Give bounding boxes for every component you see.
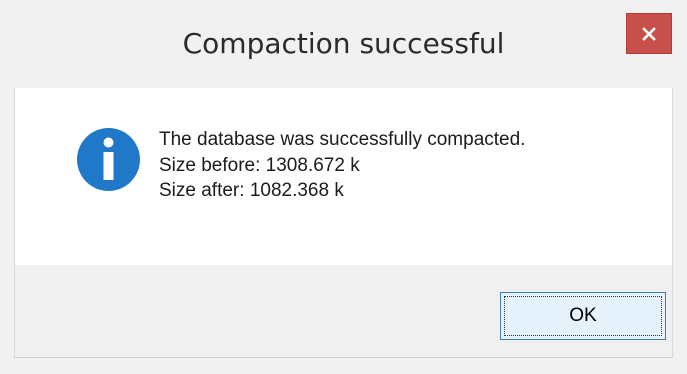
info-icon bbox=[77, 128, 140, 191]
message-line-size-after: Size after: 1082.368 k bbox=[159, 180, 344, 201]
message-line-success: The database was successfully compacted. bbox=[159, 129, 526, 150]
message-area: The database was successfully compacted.… bbox=[15, 88, 672, 265]
title-bar[interactable]: Compaction successful bbox=[0, 0, 687, 87]
message-text: The database was successfully compacted.… bbox=[159, 127, 525, 204]
dialog-window: Compaction successful The database was s… bbox=[0, 0, 687, 374]
ok-button[interactable]: OK bbox=[500, 292, 666, 340]
button-bar: OK bbox=[15, 265, 672, 357]
dialog-body: The database was successfully compacted.… bbox=[14, 88, 673, 358]
close-button[interactable] bbox=[626, 13, 672, 54]
dialog-title: Compaction successful bbox=[182, 27, 505, 60]
ok-button-label: OK bbox=[569, 305, 597, 326]
message-line-size-before: Size before: 1308.672 k bbox=[159, 154, 360, 176]
close-icon bbox=[642, 26, 656, 41]
